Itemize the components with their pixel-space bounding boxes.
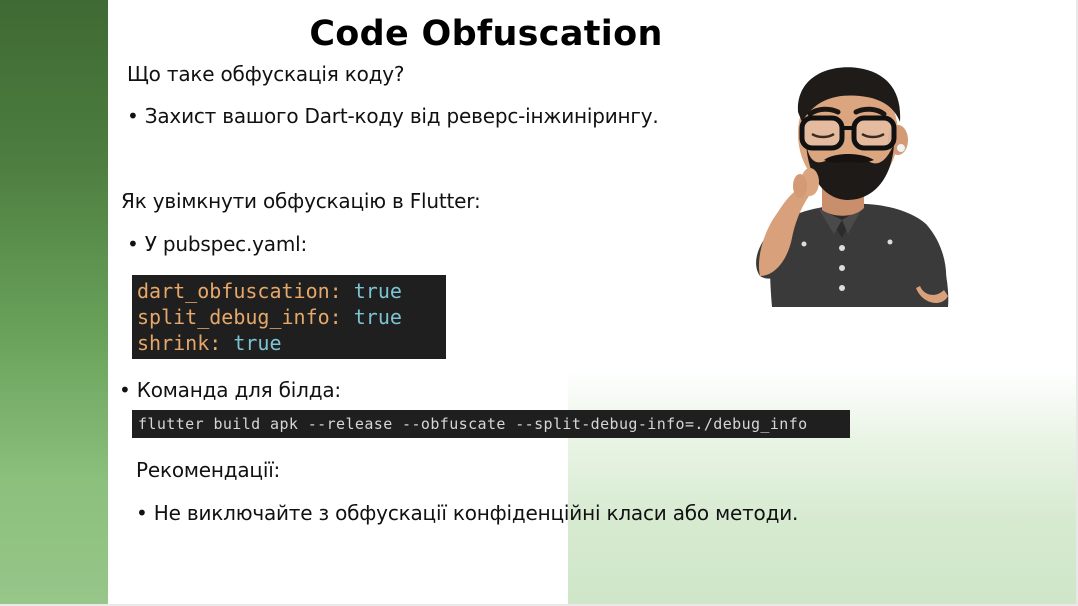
- code-line: dart_obfuscation: true: [137, 278, 446, 304]
- bullet-build-command: • Команда для білда:: [119, 378, 341, 402]
- code-key: dart_obfuscation:: [137, 279, 342, 303]
- build-command-block: flutter build apk --release --obfuscate …: [132, 410, 850, 438]
- bullet-protection: • Захист вашого Dart-коду від реверс-інж…: [127, 104, 659, 128]
- bullet-recommendation: • Не виключайте з обфускації конфіденцій…: [136, 501, 799, 525]
- left-green-band: [0, 0, 108, 604]
- code-line: shrink: true: [137, 330, 446, 356]
- bottom-right-green-gradient: [568, 370, 1078, 604]
- code-value: true: [353, 305, 402, 329]
- how-to-heading: Як увімкнути обфускацію в Flutter:: [121, 189, 481, 213]
- question-text: Що таке обфускація коду?: [127, 62, 405, 86]
- pubspec-code-block: dart_obfuscation: true split_debug_info:…: [132, 275, 446, 359]
- bullet-pubspec: • У pubspec.yaml:: [127, 232, 308, 256]
- thinking-avatar-illustration: [756, 67, 949, 307]
- code-value: true: [353, 279, 402, 303]
- slide: Code Obfuscation Що таке обфускація коду…: [0, 0, 1078, 606]
- code-key: split_debug_info:: [137, 305, 342, 329]
- code-value: true: [233, 331, 282, 355]
- code-key: shrink:: [137, 331, 222, 355]
- code-line: split_debug_info: true: [137, 304, 446, 330]
- slide-title: Code Obfuscation: [309, 14, 663, 54]
- recommendations-heading: Рекомендації:: [136, 458, 281, 482]
